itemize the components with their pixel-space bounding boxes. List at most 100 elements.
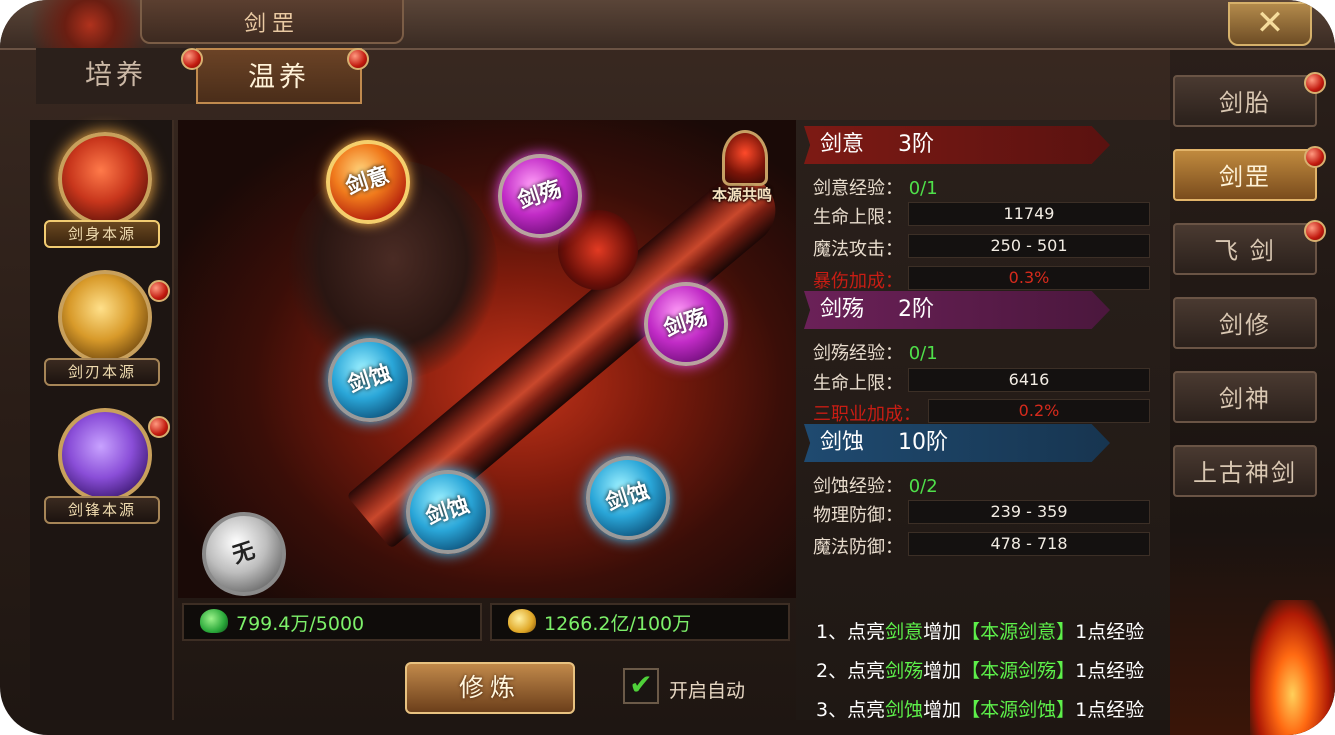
exp-label: 剑意经验：: [813, 178, 903, 199]
stat-value: 11749: [908, 202, 1150, 226]
section-name: 剑殇: [820, 297, 865, 322]
exp-row-jianyi: 剑意经验： 0/1: [813, 174, 938, 200]
close-x-icon: ✕: [1255, 3, 1285, 43]
stat-label: 魔法防御：: [813, 537, 903, 558]
gold-ingot-icon: [508, 609, 536, 633]
source-item-jianfeng[interactable]: 剑锋本源: [40, 408, 170, 528]
nav-feijian-notify-dot-icon: [1304, 220, 1326, 242]
instruction-highlight: 剑蚀: [885, 699, 924, 721]
resonance-button[interactable]: 本源共鸣: [692, 130, 792, 220]
checkmark-icon: ✔: [629, 668, 653, 701]
tab-wenyang-notify-dot-icon: [347, 48, 369, 70]
instruction-text: 1、点亮: [816, 621, 886, 643]
exp-value: 0/1: [908, 343, 938, 364]
cultivate-button[interactable]: 修炼: [405, 662, 575, 714]
instruction-text: 2、点亮: [816, 660, 886, 682]
section-name: 剑意: [820, 132, 865, 157]
resource-gold: 1266.2亿/100万: [490, 603, 790, 641]
exp-label: 剑蚀经验：: [813, 476, 903, 497]
source-label: 剑身本源: [44, 220, 160, 248]
orb-label: 剑蚀: [345, 360, 395, 399]
instruction-text: 1点经验: [1075, 699, 1145, 721]
source-label: 剑刃本源: [44, 358, 160, 386]
section-header-jianyi: 剑意 3阶: [804, 126, 1110, 164]
instruction-highlight: 【本源剑殇】: [961, 660, 1076, 682]
resonance-label: 本源共鸣: [711, 186, 772, 204]
fire-decoration-icon: [1250, 600, 1335, 735]
nav-item-jianshen[interactable]: 剑神: [1173, 371, 1317, 423]
resonance-icon: [722, 130, 768, 186]
exp-row-jianshi: 剑蚀经验： 0/2: [813, 472, 938, 498]
game-window: 剑罡 ✕ 培养 温养 剑身本源 剑刃本源 剑锋本源 剑意 剑殇 剑殇 剑蚀 剑蚀: [0, 0, 1335, 735]
nav-item-jiangang[interactable]: 剑罡: [1173, 149, 1317, 201]
auto-label: 开启自动: [669, 680, 746, 702]
orb-jianshi[interactable]: 剑蚀: [406, 470, 490, 554]
stat-label: 生命上限：: [813, 207, 903, 228]
source-jianren-notify-dot-icon: [148, 280, 170, 302]
orb-label: 剑蚀: [603, 478, 653, 517]
orb-label: 无: [229, 538, 259, 569]
source-jianren-icon: [58, 270, 152, 364]
exp-value: 0/1: [908, 178, 938, 199]
source-item-jianshen[interactable]: 剑身本源: [40, 132, 160, 252]
source-list: 剑身本源 剑刃本源 剑锋本源: [30, 120, 174, 720]
exp-label: 剑殇经验：: [813, 343, 903, 364]
instruction-text: 3、点亮: [816, 699, 886, 721]
orb-label: 剑蚀: [423, 492, 473, 531]
orb-jianyi[interactable]: 剑意: [326, 140, 410, 224]
window-title-tab: 剑罡: [140, 0, 404, 44]
tab-peiyang-notify-dot-icon: [181, 48, 203, 70]
nav-item-shanggushenjian[interactable]: 上古神剑: [1173, 445, 1317, 497]
orb-label: 剑意: [343, 162, 393, 201]
section-header-jianshi: 剑蚀 10阶: [804, 424, 1110, 462]
source-item-jianren[interactable]: 剑刃本源: [40, 270, 170, 390]
orb-none[interactable]: 无: [202, 512, 286, 596]
resource-jade-value: 799.4万/5000: [236, 613, 365, 635]
orb-jianshang[interactable]: 剑殇: [498, 154, 582, 238]
stat-label: 三职业加成：: [813, 404, 921, 425]
source-jianfeng-notify-dot-icon: [148, 416, 170, 438]
instruction-highlight: 【本源剑蚀】: [961, 699, 1076, 721]
exp-value: 0/2: [908, 476, 938, 497]
stat-value: 239 - 359: [908, 500, 1150, 524]
tab-wenyang[interactable]: 温养: [196, 48, 362, 104]
instruction-line: 3、点亮剑蚀增加【本源剑蚀】1点经验: [816, 695, 1144, 722]
orb-jianshi[interactable]: 剑蚀: [328, 338, 412, 422]
stat-value: 478 - 718: [908, 532, 1150, 556]
section-level: 10阶: [898, 430, 949, 455]
nav-jiantai-notify-dot-icon: [1304, 72, 1326, 94]
nav-jiangang-notify-dot-icon: [1304, 146, 1326, 168]
window-title: 剑罡: [243, 12, 300, 37]
nav-item-jiantai[interactable]: 剑胎: [1173, 75, 1317, 127]
instruction-text: 增加: [923, 660, 962, 682]
source-jianfeng-icon: [58, 408, 152, 502]
tab-peiyang[interactable]: 培养: [36, 48, 196, 104]
exp-row-jianshang: 剑殇经验： 0/1: [813, 339, 938, 365]
stat-label: 生命上限：: [813, 373, 903, 394]
instruction-text: 增加: [923, 699, 962, 721]
stat-value: 6416: [908, 368, 1150, 392]
orb-label: 剑殇: [661, 304, 711, 343]
section-level: 3阶: [898, 132, 935, 157]
instruction-line: 2、点亮剑殇增加【本源剑殇】1点经验: [816, 656, 1144, 683]
resource-jade: 799.4万/5000: [182, 603, 482, 641]
nav-item-feijian[interactable]: 飞 剑: [1173, 223, 1317, 275]
section-header-jianshang: 剑殇 2阶: [804, 291, 1110, 329]
orb-jianshi[interactable]: 剑蚀: [586, 456, 670, 540]
auto-checkbox[interactable]: ✔: [623, 668, 659, 704]
stat-value: 250 - 501: [908, 234, 1150, 258]
close-button[interactable]: ✕: [1228, 2, 1312, 46]
instruction-text: 1点经验: [1075, 621, 1145, 643]
instruction-highlight: 剑殇: [885, 660, 924, 682]
source-label: 剑锋本源: [44, 496, 160, 524]
instruction-text: 1点经验: [1075, 660, 1145, 682]
stat-value: 0.2%: [928, 399, 1150, 423]
stat-label: 暴伤加成：: [813, 271, 903, 292]
source-jianshen-icon: [58, 132, 152, 226]
instruction-highlight: 剑意: [885, 621, 924, 643]
nav-item-jianxiu[interactable]: 剑修: [1173, 297, 1317, 349]
orb-label: 剑殇: [515, 176, 565, 215]
orb-jianshang[interactable]: 剑殇: [644, 282, 728, 366]
stat-label: 物理防御：: [813, 505, 903, 526]
section-level: 2阶: [898, 297, 935, 322]
